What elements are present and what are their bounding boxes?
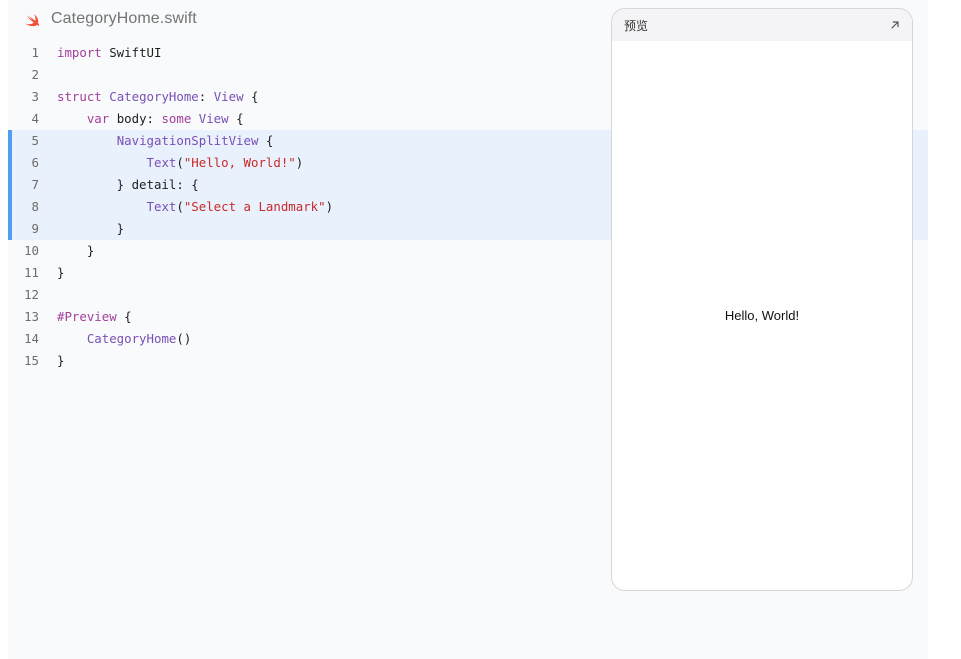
code-text: Text("Hello, World!") — [57, 152, 304, 174]
code-token: Text — [146, 199, 177, 214]
file-name: CategoryHome.swift — [51, 10, 197, 27]
line-number: 7 — [31, 177, 39, 192]
code-token: CategoryHome — [86, 331, 177, 346]
code-token: SwiftUI — [101, 45, 162, 60]
code-text: CategoryHome() — [57, 328, 191, 350]
preview-canvas: Hello, World! — [612, 41, 912, 590]
code-token: { — [228, 111, 244, 126]
code-text: #Preview { — [57, 306, 132, 328]
code-text: Text("Select a Landmark") — [57, 196, 334, 218]
line-number: 6 — [31, 155, 39, 170]
code-token: : — [198, 89, 214, 104]
code-token: View — [198, 111, 229, 126]
code-text: } — [57, 218, 124, 240]
code-token: { — [258, 133, 274, 148]
line-number: 3 — [31, 89, 39, 104]
code-token: "Hello, World!" — [183, 155, 296, 170]
code-token: struct — [57, 89, 102, 104]
code-token: #Preview — [57, 309, 117, 324]
line-number: 9 — [31, 221, 39, 236]
code-token: "Select a Landmark" — [183, 199, 326, 214]
code-token: } — [57, 265, 65, 280]
line-number: 2 — [31, 67, 39, 82]
code-text: } detail: { — [57, 174, 199, 196]
code-token: { — [116, 309, 132, 324]
code-text: } — [57, 262, 64, 284]
code-token: NavigationSplitView — [116, 133, 259, 148]
code-token: () — [176, 331, 192, 346]
line-number: 8 — [31, 199, 39, 214]
swift-logo-icon — [25, 14, 40, 27]
line-number: 12 — [24, 287, 39, 302]
code-token: import — [57, 45, 102, 60]
file-header: CategoryHome.swift — [25, 8, 197, 30]
line-number: 1 — [31, 45, 39, 60]
code-token: } — [57, 353, 65, 368]
code-text: } — [57, 350, 64, 372]
line-number: 11 — [24, 265, 39, 280]
code-token: { — [243, 89, 259, 104]
code-token: some — [161, 111, 192, 126]
code-text: NavigationSplitView { — [57, 130, 274, 152]
code-token: ( — [176, 155, 184, 170]
code-text: } — [57, 240, 94, 262]
preview-content-text: Hello, World! — [724, 308, 800, 323]
code-token: } — [57, 221, 125, 236]
code-text: var body: some View { — [57, 108, 244, 130]
code-token: body: — [109, 111, 162, 126]
code-token: var — [86, 111, 110, 126]
code-token: Text — [146, 155, 177, 170]
preview-panel: 预览 Hello, World! — [611, 8, 913, 591]
code-text: struct CategoryHome: View { — [57, 86, 258, 108]
code-token: View — [213, 89, 244, 104]
line-number: 13 — [24, 309, 39, 324]
line-number: 4 — [31, 111, 39, 126]
line-number: 5 — [31, 133, 39, 148]
line-number: 10 — [24, 243, 39, 258]
code-token: ) — [295, 155, 304, 170]
preview-title: 预览 — [624, 18, 649, 33]
code-token: ( — [176, 199, 184, 214]
code-token: ) — [325, 199, 334, 214]
code-text: import SwiftUI — [57, 42, 161, 64]
code-token: CategoryHome — [109, 89, 199, 104]
code-token: } — [57, 243, 95, 258]
line-number: 15 — [24, 353, 39, 368]
expand-arrow-icon[interactable] — [889, 19, 901, 31]
line-number: 14 — [24, 331, 39, 346]
code-token: } detail: { — [57, 177, 199, 192]
preview-header: 预览 — [612, 9, 912, 41]
